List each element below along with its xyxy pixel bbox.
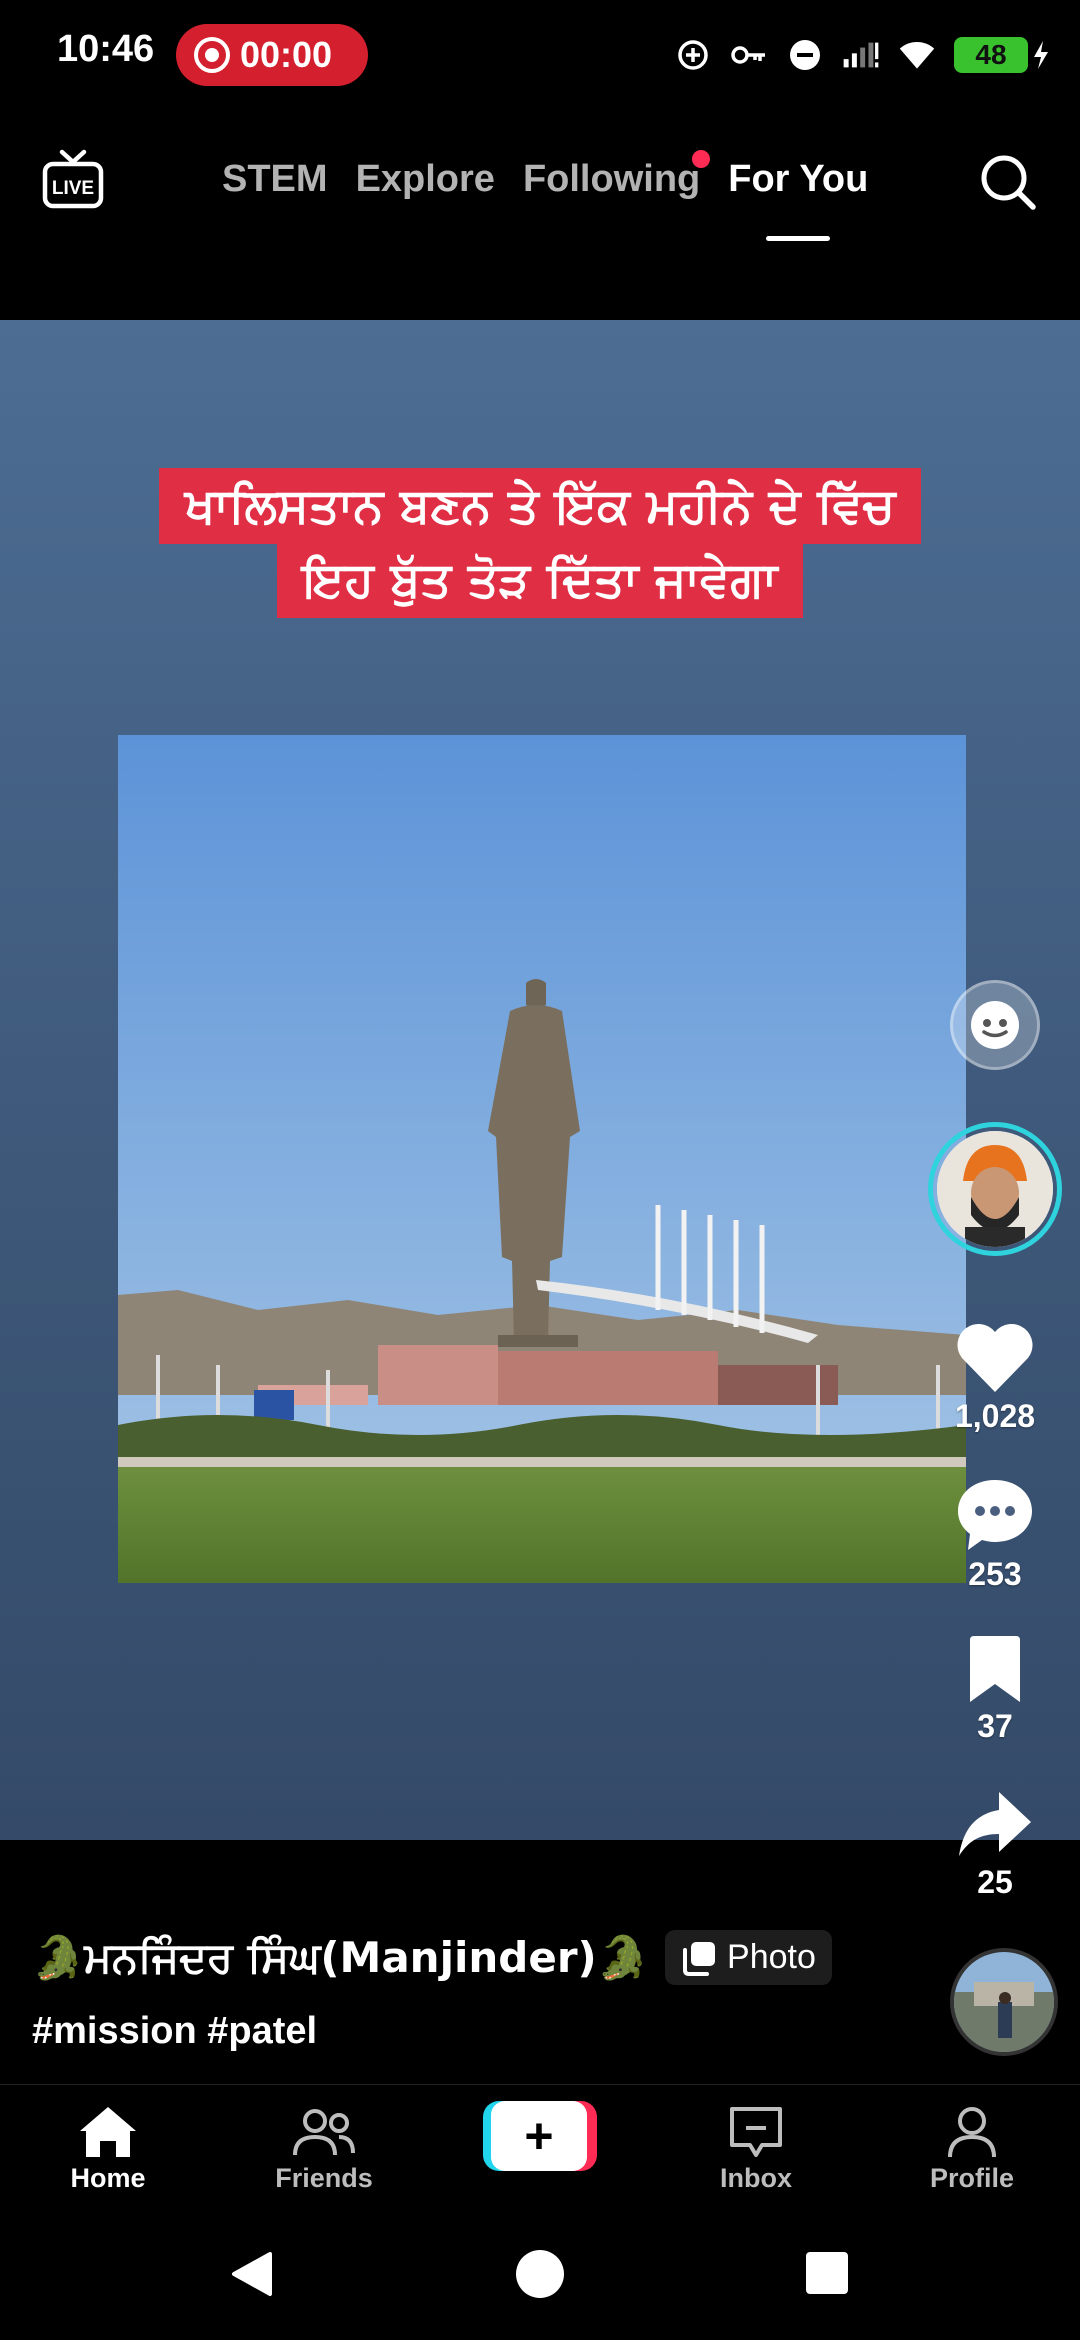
- smile-icon: [950, 980, 1040, 1070]
- share-count: 25: [977, 1864, 1013, 1900]
- live-icon[interactable]: LIVE: [40, 148, 106, 214]
- author-name[interactable]: 🐊ਮਨਜਿੰਦਰ ਸਿੰਘ(Manjinder)🐊: [32, 1933, 649, 1983]
- bookmark-icon: [970, 1636, 1020, 1702]
- tab-explore[interactable]: Explore: [356, 158, 495, 201]
- comment-icon: [958, 1480, 1032, 1550]
- home-system-button[interactable]: [516, 2250, 564, 2298]
- avatar: [937, 1131, 1053, 1247]
- friends-icon: [293, 2109, 355, 2156]
- tab-following-label: Following: [522, 158, 701, 200]
- wifi-icon: [898, 36, 936, 74]
- back-icon[interactable]: [228, 2250, 274, 2298]
- bookmark-button[interactable]: 37: [910, 1634, 1080, 1745]
- recents-button[interactable]: [806, 2252, 848, 2294]
- like-count: 1,028: [954, 1398, 1036, 1434]
- battery-charging-icon: [1034, 41, 1048, 69]
- feed-tabs: STEM Explore Following For You: [222, 150, 868, 241]
- nav-inbox[interactable]: Inbox: [681, 2105, 831, 2194]
- tab-stem[interactable]: STEM: [222, 158, 328, 201]
- vpn-key-icon: [730, 36, 768, 74]
- nav-profile-label: Profile: [929, 2163, 1015, 2193]
- caption-line-2: ਇਹ ਬੁੱਤ ਤੋੜ ਦਿੱਤਾ ਜਾਵੇਗਾ: [276, 542, 804, 618]
- inbox-icon: [730, 2107, 782, 2157]
- post-hashtags[interactable]: #mission #patel: [32, 2010, 317, 2053]
- nav-home[interactable]: Home: [33, 2105, 183, 2194]
- nav-inbox-label: Inbox: [720, 2163, 792, 2193]
- nav-home-label: Home: [70, 2163, 146, 2193]
- photo-badge: Photo: [665, 1930, 832, 1985]
- screen-recording-pill[interactable]: 00:00: [176, 24, 368, 86]
- status-time: 10:46: [57, 28, 155, 70]
- create-button[interactable]: +: [483, 2101, 597, 2171]
- record-icon: [194, 37, 230, 73]
- profile-icon: [948, 2107, 996, 2158]
- battery-indicator: 48: [954, 37, 1050, 73]
- tab-following[interactable]: Following: [522, 150, 711, 201]
- notification-dot: [692, 150, 711, 168]
- svg-text:LIVE: LIVE: [52, 178, 94, 199]
- top-nav: LIVE STEM Explore Following For You: [0, 130, 1080, 241]
- bottom-nav: Home Friends + Inbox Profile: [0, 2084, 1080, 2210]
- nav-friends[interactable]: Friends: [249, 2105, 399, 2194]
- creator-avatar[interactable]: [910, 1122, 1080, 1256]
- video-caption: ਖਾਲਿਸਤਾਨ ਬਣਨ ਤੇ ਇੱਕ ਮਹੀਨੇ ਦੇ ਵਿੱਚ ਇਹ ਬੁੱ…: [0, 468, 1080, 618]
- status-bar: 10:46 00:00 48: [0, 0, 1080, 108]
- nav-friends-label: Friends: [275, 2163, 373, 2193]
- search-icon[interactable]: [976, 150, 1040, 214]
- nav-profile[interactable]: Profile: [897, 2105, 1047, 2194]
- signal-icon: [842, 36, 880, 74]
- home-icon: [80, 2107, 136, 2157]
- post-info: 🐊ਮਨਜਿੰਦਰ ਸਿੰਘ(Manjinder)🐊 Photo: [32, 1930, 832, 1985]
- heart-icon: [957, 1323, 1033, 1392]
- photo-mode-icon: [683, 1941, 716, 1976]
- caption-line-1: ਖਾਲਿਸਤਾਨ ਬਣਨ ਤੇ ਇੱਕ ਮਹੀਨੇ ਦੇ ਵਿੱਚ: [158, 468, 922, 544]
- photo-badge-label: Photo: [727, 1938, 816, 1976]
- like-button[interactable]: 1,028: [910, 1320, 1080, 1435]
- data-saver-icon: [674, 36, 712, 74]
- tab-for-you[interactable]: For You: [728, 158, 868, 241]
- plus-icon: +: [491, 2101, 587, 2171]
- system-navigation: [0, 2210, 1080, 2340]
- video-player[interactable]: ਖਾਲਿਸਤਾਨ ਬਣਨ ਤੇ ਇੱਕ ਮਹੀਨੇ ਦੇ ਵਿੱਚ ਇਹ ਬੁੱ…: [0, 320, 1080, 1840]
- emoji-reaction-button[interactable]: [910, 980, 1080, 1070]
- comment-count: 253: [968, 1556, 1022, 1592]
- post-photo: [118, 735, 966, 1583]
- do-not-disturb-icon: [786, 36, 824, 74]
- comment-button[interactable]: 253: [910, 1476, 1080, 1593]
- music-disc[interactable]: [950, 1948, 1058, 2056]
- share-icon: [959, 1792, 1031, 1856]
- share-button[interactable]: 25: [910, 1788, 1080, 1901]
- status-icons: 48: [674, 30, 1050, 80]
- recording-timer: 00:00: [240, 34, 333, 75]
- battery-level: 48: [954, 37, 1028, 73]
- save-count: 37: [977, 1708, 1013, 1744]
